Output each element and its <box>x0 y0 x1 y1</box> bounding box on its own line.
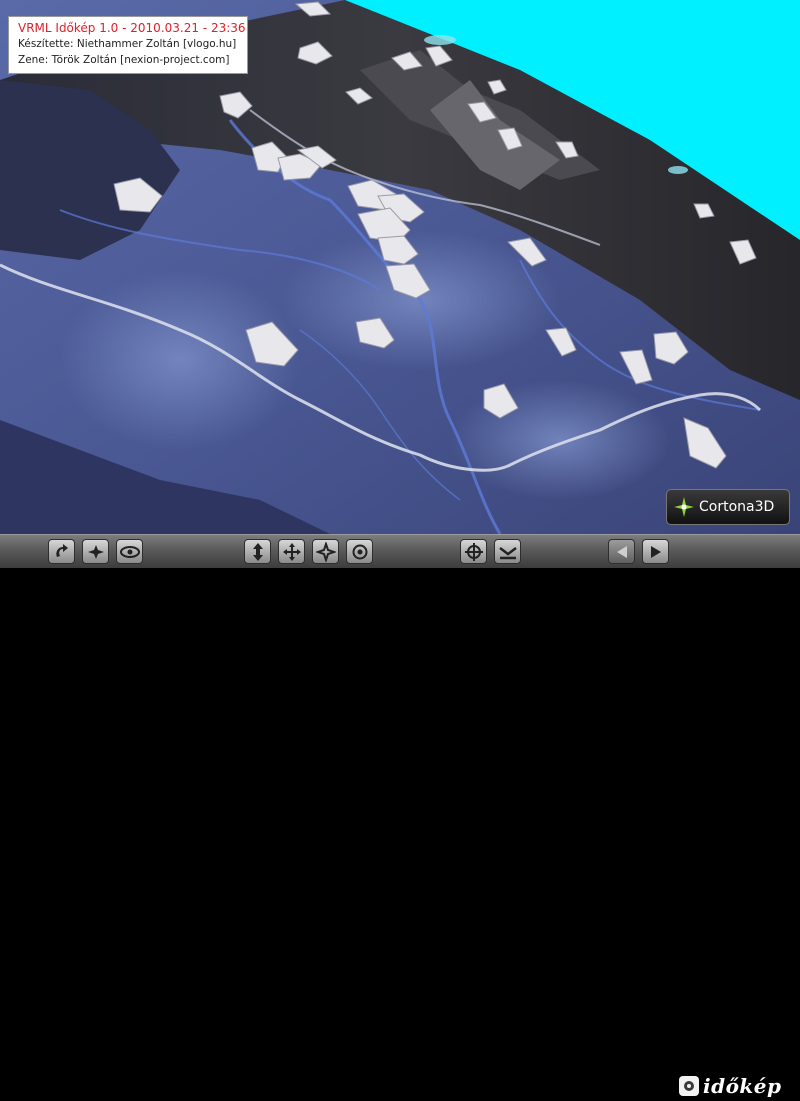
terrain-scene[interactable] <box>0 0 800 534</box>
info-overlay: VRML Időkép 1.0 - 2010.03.21 - 23:36 Kés… <box>8 16 248 74</box>
idokep-logo-icon <box>679 1076 699 1096</box>
tilt-icon <box>315 541 336 562</box>
rotate-button[interactable] <box>346 539 373 564</box>
fit-target-icon <box>464 542 483 561</box>
pan-vertical-button[interactable] <box>244 539 271 564</box>
rotate-icon <box>352 544 367 559</box>
info-author: Készítette: Niethammer Zoltán [vlogo.hu] <box>18 38 237 50</box>
info-music: Zene: Török Zoltán [nexion-project.com] <box>18 54 230 66</box>
view-eye-icon <box>119 545 140 558</box>
study-icon <box>55 543 68 557</box>
fit-button[interactable] <box>460 539 487 564</box>
plain-haze <box>450 380 670 500</box>
fly-button[interactable] <box>82 539 109 564</box>
cortona-badge[interactable]: Cortona3D <box>666 489 790 525</box>
pan-vertical-icon <box>252 542 263 561</box>
fly-icon <box>87 544 104 559</box>
idokep-logo: időkép <box>678 1071 782 1101</box>
cortona-label: Cortona3D <box>699 499 775 515</box>
vrml-viewport[interactable]: VRML Időkép 1.0 - 2010.03.21 - 23:36 Kés… <box>0 0 800 534</box>
cortona-star-icon <box>674 497 694 517</box>
info-title: VRML Időkép 1.0 - 2010.03.21 - 23:36 <box>18 21 246 35</box>
restore-view-icon <box>498 546 517 559</box>
restore-view-button[interactable] <box>494 539 521 564</box>
previous-viewpoint-button[interactable] <box>608 539 635 564</box>
view-button[interactable] <box>116 539 143 564</box>
next-viewpoint-button[interactable] <box>642 539 669 564</box>
previous-viewpoint-icon <box>616 545 627 558</box>
navigation-toolbar: időkép <box>0 534 800 1098</box>
idokep-logo-text: időkép <box>703 1074 782 1098</box>
sky-cloud <box>424 35 456 45</box>
pan-button[interactable] <box>278 539 305 564</box>
next-viewpoint-icon <box>650 545 661 558</box>
pan-cross-icon <box>282 542 301 561</box>
sky-cloud <box>668 166 688 174</box>
study-button[interactable] <box>48 539 75 564</box>
tilt-button[interactable] <box>312 539 339 564</box>
